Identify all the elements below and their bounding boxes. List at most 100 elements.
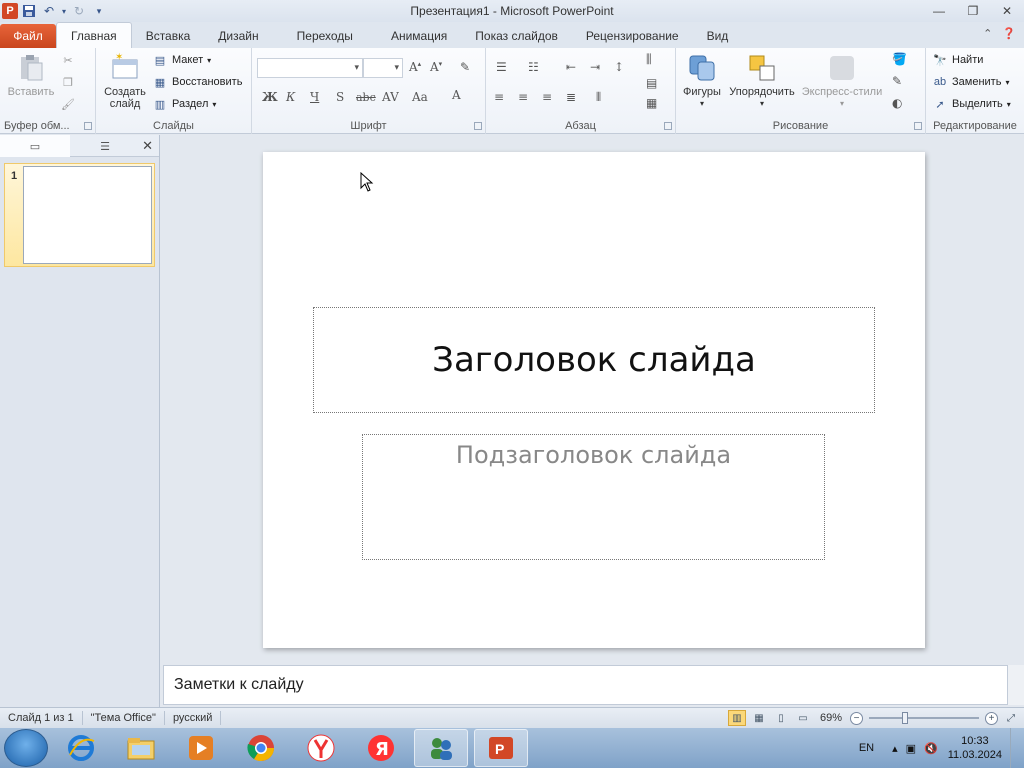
notes-scrollbar[interactable] [1008,665,1024,705]
customize-qat-icon[interactable]: ▾ [90,2,108,20]
clock[interactable]: 10:33 11.03.2024 [948,734,1002,762]
show-desktop-button[interactable] [1010,728,1024,768]
tab-design[interactable]: Дизайн [204,24,272,48]
smartart-icon[interactable]: ▦ [646,96,657,110]
section-button[interactable]: ▥ Раздел ▾ [152,94,217,114]
network-icon[interactable]: ▣ [906,742,916,755]
italic-button[interactable]: К [286,90,295,104]
volume-muted-icon[interactable]: 🔇 [924,742,938,755]
paste-button[interactable]: Вставить [6,52,56,98]
shrink-font-icon[interactable]: A▾ [430,60,442,74]
powerpoint-taskbar-icon[interactable]: P [474,729,528,767]
tab-review[interactable]: Рецензирование [572,24,693,48]
notes-pane[interactable]: Заметки к слайду [163,665,1008,705]
zoom-out-icon[interactable]: − [850,711,863,725]
align-left-icon[interactable]: ≡ [494,90,504,104]
format-painter-button[interactable]: 🖌 [60,94,76,114]
start-button[interactable] [4,729,48,767]
drawing-launcher-icon[interactable] [914,122,922,130]
columns-icon[interactable]: ⫴ [596,90,601,105]
restore-icon[interactable]: ❐ [956,0,990,22]
copy-button[interactable]: ❐ [60,72,76,92]
clipboard-launcher-icon[interactable] [84,122,92,130]
slide-sorter-icon[interactable]: ▦ [750,710,768,726]
tab-animations[interactable]: Анимация [377,24,461,48]
yandex-browser-icon[interactable] [294,729,348,767]
subtitle-placeholder[interactable]: Подзаголовок слайда [362,434,825,560]
tab-home[interactable]: Главная [56,22,132,48]
minimize-icon[interactable]: — [922,0,956,22]
zoom-level[interactable]: 69% [820,712,842,724]
tab-slides-thumbnails[interactable]: ▭ [0,135,70,157]
save-icon[interactable] [20,2,38,20]
keyboard-language[interactable]: EN [859,742,874,754]
language-indicator[interactable]: русский [165,711,222,725]
layout-button[interactable]: ▤ Макет ▾ [152,50,211,70]
arrange-button[interactable]: Упорядочить ▾ [726,52,798,110]
paragraph-launcher-icon[interactable] [664,122,672,130]
close-panel-icon[interactable]: ✕ [142,138,153,154]
zoom-in-icon[interactable]: + [985,711,998,725]
text-direction-icon[interactable]: ⫼ [646,52,652,67]
normal-view-icon[interactable]: ▥ [727,710,746,726]
help-icon[interactable]: ❓ [1002,27,1016,40]
replace-button[interactable]: ab Заменить ▾ [932,72,1010,92]
decrease-indent-icon[interactable]: ⇤ [566,60,576,74]
reading-view-icon[interactable]: ▯ [772,710,790,726]
clear-format-icon[interactable]: ✎ [460,60,470,74]
align-right-icon[interactable]: ≡ [542,90,552,104]
media-player-icon[interactable] [174,729,228,767]
align-text-icon[interactable]: ▤ [646,76,657,90]
yandex-icon[interactable]: Я [354,729,408,767]
cut-button[interactable]: ✂ [60,50,76,70]
increase-indent-icon[interactable]: ⇥ [590,60,600,74]
tab-transitions[interactable]: Переходы [273,24,377,48]
underline-button[interactable]: Ч [310,90,319,104]
tab-slideshow[interactable]: Показ слайдов [461,24,572,48]
fit-to-window-icon[interactable]: ⤢ [1002,710,1020,726]
slide-canvas[interactable]: Заголовок слайда Подзаголовок слайда [263,152,925,648]
powerpoint-app-icon[interactable]: P [2,3,18,19]
bold-button[interactable]: Ж [262,90,278,104]
grow-font-icon[interactable]: A▴ [409,60,421,74]
reset-button[interactable]: ▦ Восстановить [152,72,243,92]
line-spacing-icon[interactable]: ↕ [614,60,624,74]
zoom-slider-thumb[interactable] [902,712,908,724]
quick-styles-button[interactable]: Экспресс-стили ▾ [800,52,884,110]
slide-thumbnail-selected[interactable]: 1 [4,163,155,267]
redo-icon[interactable]: ↻ [70,2,88,20]
font-size-combo[interactable] [363,58,403,78]
zoom-slider[interactable] [869,712,979,724]
file-explorer-icon[interactable] [114,729,168,767]
align-center-icon[interactable]: ≡ [518,90,528,104]
undo-dropdown-icon[interactable]: ▾ [60,2,68,20]
justify-icon[interactable]: ≣ [566,90,576,104]
slideshow-view-icon[interactable]: ▭ [794,710,812,726]
chrome-icon[interactable] [234,729,288,767]
internet-explorer-icon[interactable] [54,729,108,767]
users-app-icon[interactable] [414,729,468,767]
tab-insert[interactable]: Вставка [132,24,205,48]
font-color-icon[interactable]: A [452,88,461,102]
select-button[interactable]: ➚ Выделить ▾ [932,94,1010,114]
title-placeholder[interactable]: Заголовок слайда [313,307,875,413]
close-icon[interactable]: ✕ [990,0,1024,22]
shapes-button[interactable]: Фигуры ▾ [680,52,724,110]
new-slide-button[interactable]: ✶ Создать слайд [102,52,148,110]
change-case-icon[interactable]: Aa [412,90,428,104]
bullets-icon[interactable]: ☰ [496,60,507,74]
theme-name[interactable]: "Тема Office" [83,711,165,725]
font-launcher-icon[interactable] [474,122,482,130]
tab-outline[interactable]: ☰ [70,135,140,157]
find-button[interactable]: 🔭 Найти [932,50,983,70]
shadow-button[interactable]: S [336,90,344,104]
font-name-combo[interactable] [257,58,363,78]
slide-thumbnail[interactable] [23,166,152,264]
tab-view[interactable]: Вид [693,24,743,48]
minimize-ribbon-icon[interactable]: ⌃ [983,27,992,40]
numbering-icon[interactable]: ☷ [528,60,539,74]
shape-fill-icon[interactable]: 🪣 [892,52,907,66]
tab-file[interactable]: Файл [0,24,56,48]
shape-effects-icon[interactable]: ◐ [892,96,902,110]
char-spacing-icon[interactable]: AV [382,90,399,104]
